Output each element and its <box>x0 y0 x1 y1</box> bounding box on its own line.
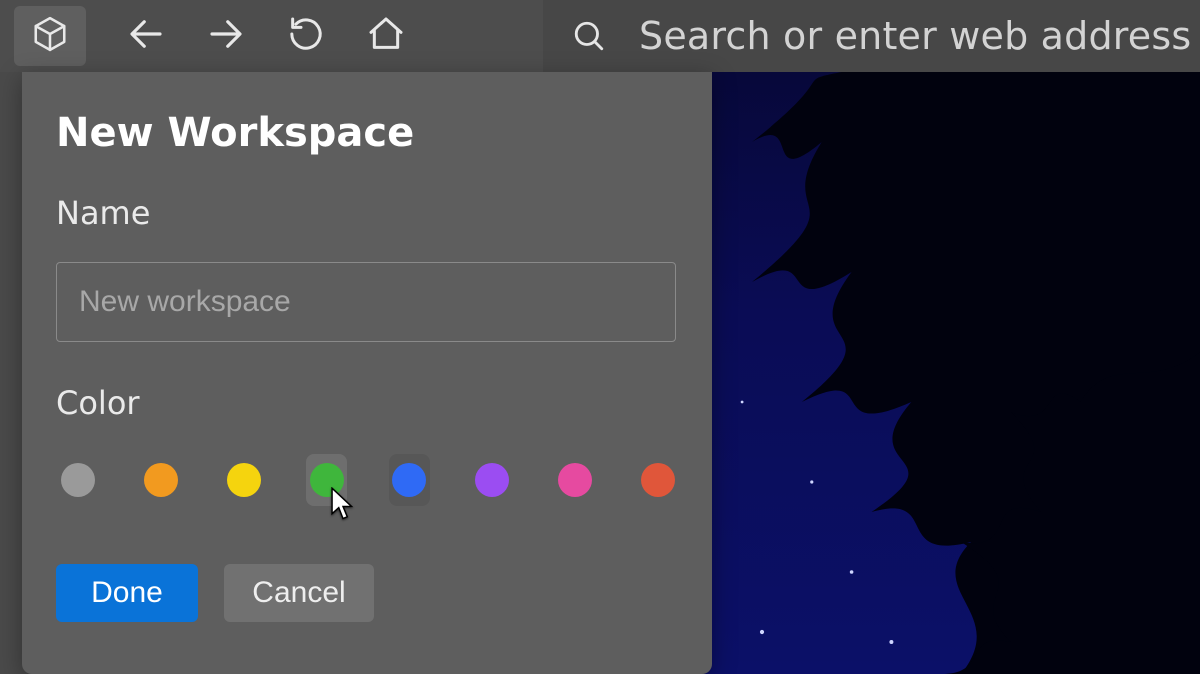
color-swatch-row <box>56 452 678 508</box>
color-swatch-green[interactable] <box>306 454 347 506</box>
panel-button-row: Done Cancel <box>56 564 678 622</box>
swatch-dot <box>144 463 178 497</box>
address-bar[interactable]: Search or enter web address <box>543 0 1200 72</box>
forward-button[interactable] <box>186 0 266 72</box>
swatch-dot <box>641 463 675 497</box>
color-swatch-blue[interactable] <box>389 454 430 506</box>
swatch-dot <box>310 463 344 497</box>
arrow-right-icon <box>205 13 247 59</box>
color-field-label: Color <box>56 384 678 422</box>
color-swatch-red[interactable] <box>637 454 678 506</box>
color-swatch-gray[interactable] <box>58 454 99 506</box>
swatch-dot <box>61 463 95 497</box>
home-icon <box>366 14 406 58</box>
workspace-name-input[interactable] <box>56 262 676 342</box>
arrow-left-icon <box>125 13 167 59</box>
name-field-label: Name <box>56 194 678 232</box>
swatch-dot <box>475 463 509 497</box>
search-icon <box>569 16 609 56</box>
address-bar-placeholder: Search or enter web address <box>639 14 1191 58</box>
workspaces-button[interactable] <box>14 6 86 66</box>
swatch-dot <box>558 463 592 497</box>
swatch-dot <box>392 463 426 497</box>
new-workspace-panel: New Workspace Name Color Done Cancel <box>22 72 712 674</box>
cube-icon <box>31 15 69 57</box>
back-button[interactable] <box>106 0 186 72</box>
color-swatch-purple[interactable] <box>472 454 513 506</box>
reload-button[interactable] <box>266 0 346 72</box>
home-button[interactable] <box>346 0 426 72</box>
color-swatch-orange[interactable] <box>141 454 182 506</box>
reload-icon <box>286 14 326 58</box>
cancel-button[interactable]: Cancel <box>224 564 374 622</box>
color-swatch-yellow[interactable] <box>224 454 265 506</box>
panel-title: New Workspace <box>56 110 678 156</box>
color-swatch-pink[interactable] <box>555 454 596 506</box>
done-button[interactable]: Done <box>56 564 198 622</box>
swatch-dot <box>227 463 261 497</box>
